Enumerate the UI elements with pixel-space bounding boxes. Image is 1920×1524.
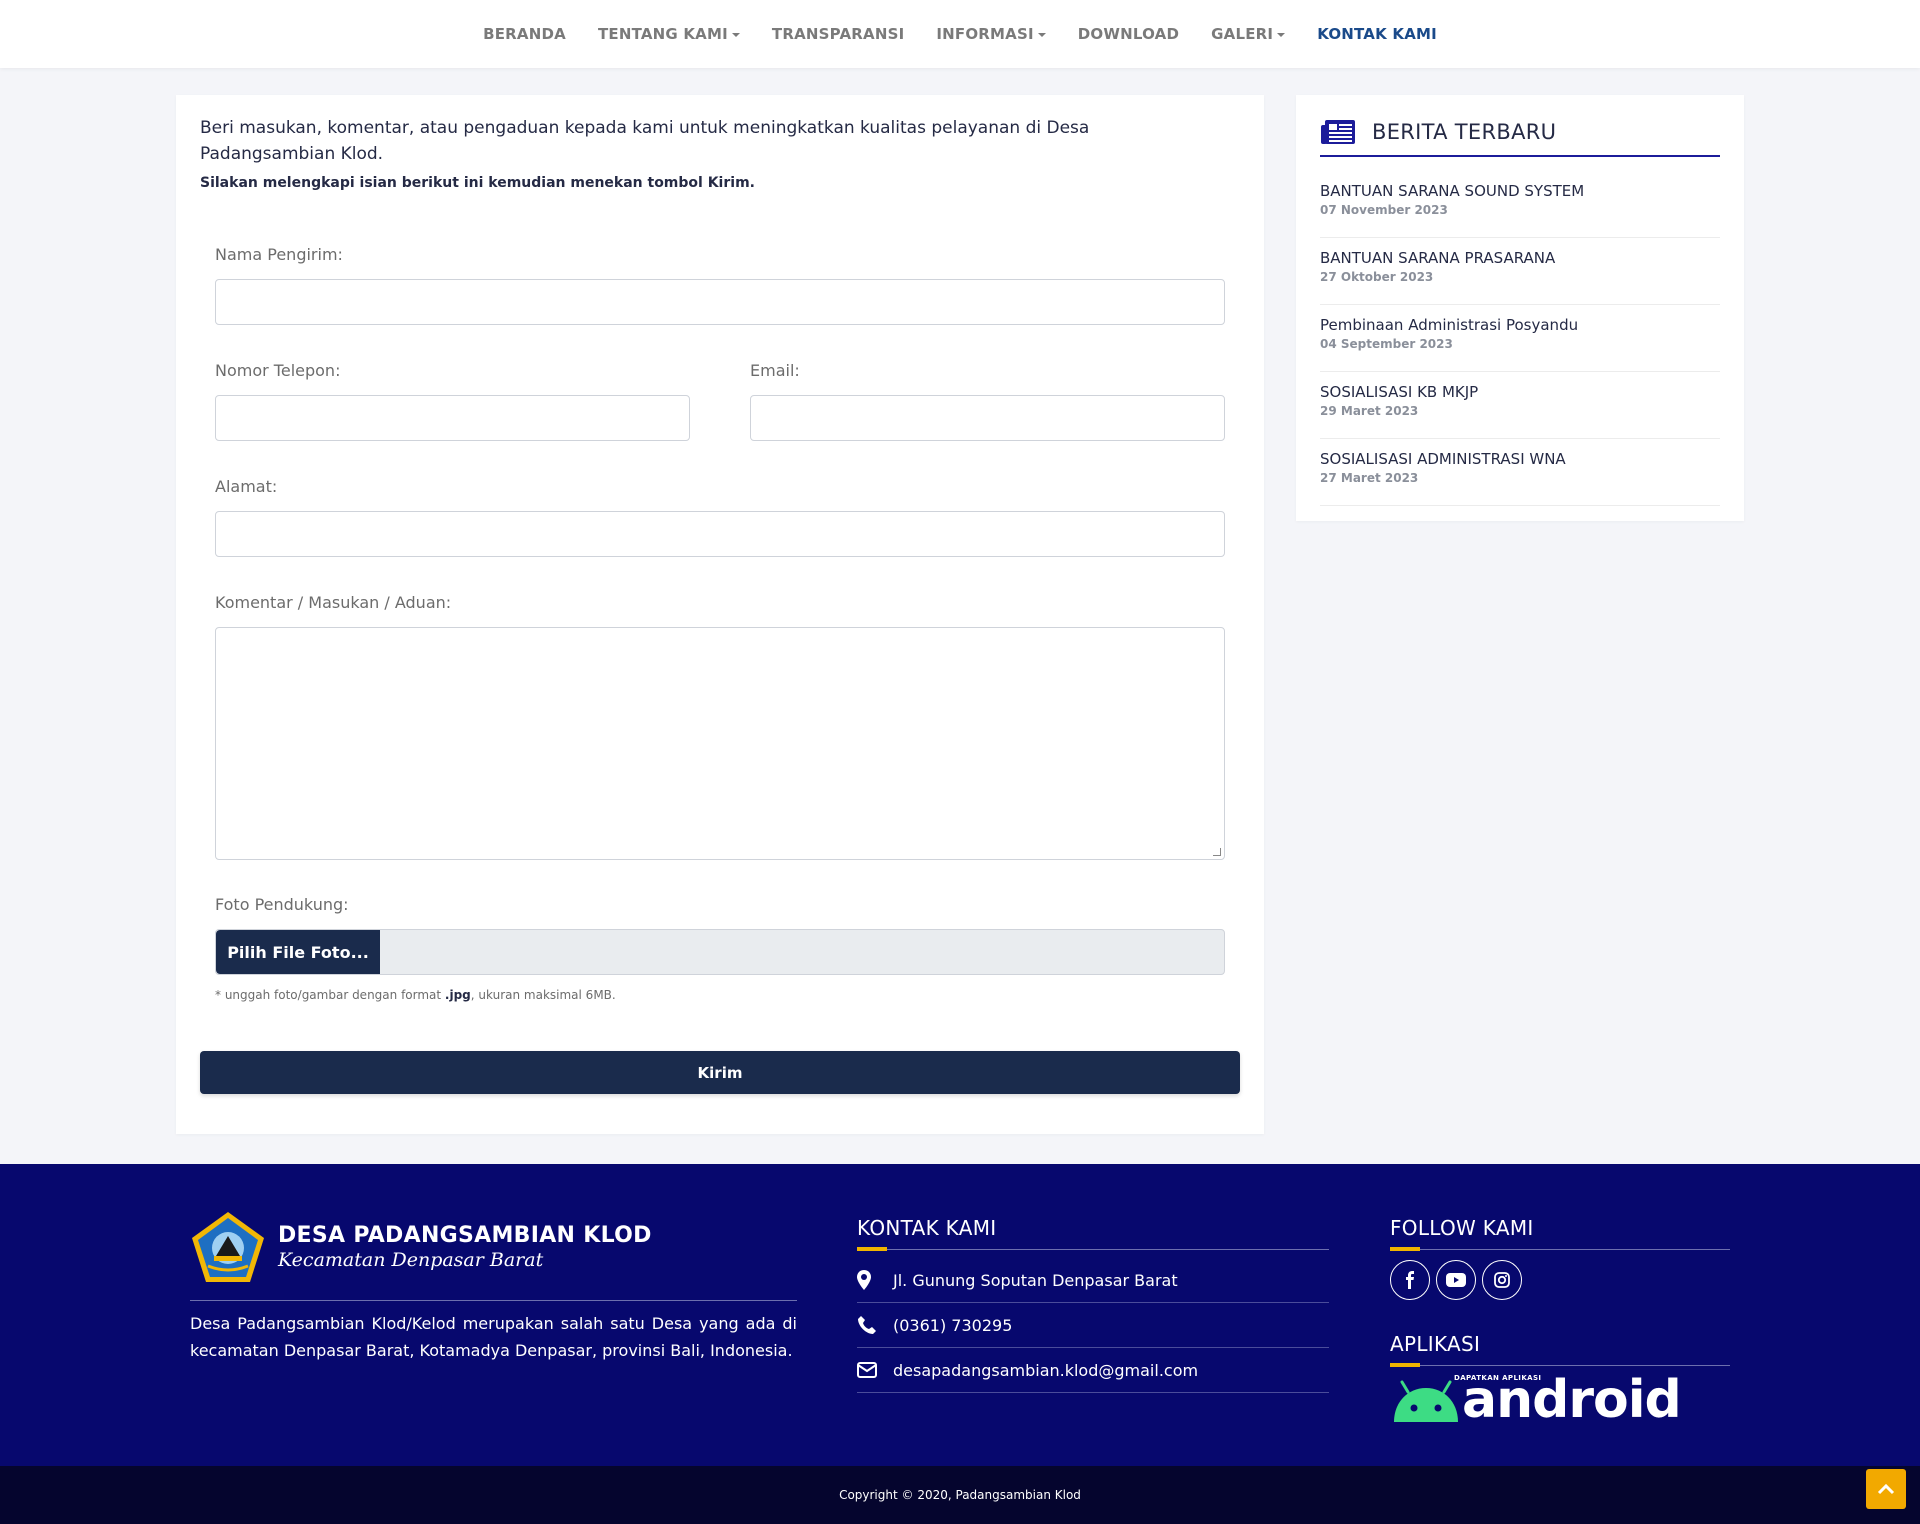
village-emblem-icon xyxy=(192,1212,264,1282)
copyright-text: Copyright © 2020, Padangsambian Klod xyxy=(839,1488,1081,1502)
footer-contact-list: Jl. Gunung Soputan Denpasar Barat (0361)… xyxy=(857,1258,1329,1393)
divider xyxy=(857,1249,1329,1250)
top-navbar: BERANDA TENTANG KAMI TRANSPARANSI INFORM… xyxy=(0,0,1920,68)
phone-label: Nomor Telepon: xyxy=(215,361,341,380)
choose-file-button[interactable]: Pilih File Foto... xyxy=(216,930,380,974)
newspaper-icon xyxy=(1321,120,1355,144)
contact-phone[interactable]: (0361) 730295 xyxy=(857,1303,1329,1348)
nav-menu: BERANDA TENTANG KAMI TRANSPARANSI INFORM… xyxy=(467,25,1453,43)
nav-item-tentang-kami[interactable]: TENTANG KAMI xyxy=(582,25,756,43)
social-links xyxy=(1390,1260,1522,1300)
news-title[interactable]: Pembinaan Administrasi Posyandu xyxy=(1320,315,1720,335)
android-badge-word: android xyxy=(1462,1370,1682,1430)
divider xyxy=(1390,1249,1730,1250)
form-subintro: Silakan melengkapi isian berikut ini kem… xyxy=(200,175,755,191)
copyright-bar: Copyright © 2020, Padangsambian Klod xyxy=(0,1466,1920,1524)
nav-item-informasi[interactable]: INFORMASI xyxy=(920,25,1061,43)
latest-news-title: BERITA TERBARU xyxy=(1372,120,1557,144)
instagram-icon[interactable] xyxy=(1482,1260,1522,1300)
comment-label: Komentar / Masukan / Aduan: xyxy=(215,593,452,612)
caret-down-icon xyxy=(1277,32,1286,37)
phone-input[interactable] xyxy=(215,395,690,441)
heading-accent xyxy=(857,1247,887,1251)
news-title[interactable]: SOSIALISASI KB MKJP xyxy=(1320,382,1720,402)
contact-email[interactable]: desapadangsambian.klod@gmail.com xyxy=(857,1348,1329,1393)
address-input[interactable] xyxy=(215,511,1225,557)
android-app-badge[interactable]: DAPATKAN APLIKASI android xyxy=(1390,1370,1682,1430)
news-date: 27 Maret 2023 xyxy=(1320,471,1419,485)
resize-grip-icon[interactable] xyxy=(1213,848,1221,856)
envelope-icon xyxy=(857,1359,883,1381)
news-item[interactable]: BANTUAN SARANA PRASARANA 27 Oktober 2023 xyxy=(1320,238,1720,305)
nav-item-galeri[interactable]: GALERI xyxy=(1195,25,1301,43)
footer-logo-title: DESA PADANGSAMBIAN KLOD xyxy=(278,1223,652,1248)
footer-logo-subtitle: Kecamatan Denpasar Barat xyxy=(278,1249,544,1271)
news-item[interactable]: BANTUAN SARANA SOUND SYSTEM 07 November … xyxy=(1320,171,1720,238)
news-date: 29 Maret 2023 xyxy=(1320,404,1419,418)
news-date: 04 September 2023 xyxy=(1320,337,1453,351)
nav-item-beranda[interactable]: BERANDA xyxy=(467,25,582,43)
news-list: BANTUAN SARANA SOUND SYSTEM 07 November … xyxy=(1320,171,1720,506)
address-label: Alamat: xyxy=(215,477,278,496)
photo-file-input[interactable]: Pilih File Foto... xyxy=(215,929,1225,975)
youtube-icon[interactable] xyxy=(1436,1260,1476,1300)
news-title[interactable]: BANTUAN SARANA SOUND SYSTEM xyxy=(1320,181,1720,201)
news-item[interactable]: SOSIALISASI ADMINISTRASI WNA 27 Maret 20… xyxy=(1320,439,1720,506)
latest-news-header: BERITA TERBARU xyxy=(1320,119,1720,157)
facebook-icon[interactable] xyxy=(1390,1260,1430,1300)
contact-form-card: Beri masukan, komentar, atau pengaduan k… xyxy=(176,95,1264,1134)
nav-item-transparansi[interactable]: TRANSPARANSI xyxy=(756,25,920,43)
form-intro: Beri masukan, komentar, atau pengaduan k… xyxy=(200,118,1090,164)
news-title[interactable]: SOSIALISASI ADMINISTRASI WNA xyxy=(1320,449,1720,469)
news-title[interactable]: BANTUAN SARANA PRASARANA xyxy=(1320,248,1720,268)
map-marker-icon xyxy=(857,1269,883,1291)
divider xyxy=(1390,1365,1730,1366)
footer-about-text: Desa Padangsambian Klod/Kelod merupakan … xyxy=(190,1314,797,1360)
caret-down-icon xyxy=(731,32,740,37)
nav-item-download[interactable]: DOWNLOAD xyxy=(1062,25,1195,43)
nav-item-kontak-kami[interactable]: KONTAK KAMI xyxy=(1301,25,1453,43)
contact-address: Jl. Gunung Soputan Denpasar Barat xyxy=(857,1258,1329,1303)
name-label: Nama Pengirim: xyxy=(215,245,343,264)
news-item[interactable]: Pembinaan Administrasi Posyandu 04 Septe… xyxy=(1320,305,1720,372)
upload-note: * unggah foto/gambar dengan format .jpg,… xyxy=(215,988,616,1002)
android-robot-icon xyxy=(1394,1380,1458,1422)
latest-news-card: BERITA TERBARU BANTUAN SARANA SOUND SYST… xyxy=(1296,95,1744,521)
footer-app-heading: APLIKASI xyxy=(1390,1332,1481,1356)
comment-textarea[interactable] xyxy=(215,627,1225,860)
heading-accent xyxy=(1390,1247,1420,1251)
news-date: 07 November 2023 xyxy=(1320,203,1448,217)
heading-accent xyxy=(1390,1363,1420,1367)
footer-follow-heading: FOLLOW KAMI xyxy=(1390,1216,1534,1240)
submit-button[interactable]: Kirim xyxy=(200,1051,1240,1094)
android-badge-caption: DAPATKAN APLIKASI xyxy=(1454,1374,1542,1382)
footer-contact-heading: KONTAK KAMI xyxy=(857,1216,997,1240)
photo-label: Foto Pendukung: xyxy=(215,895,349,914)
email-input[interactable] xyxy=(750,395,1225,441)
footer-logo[interactable]: DESA PADANGSAMBIAN KLOD Kecamatan Denpas… xyxy=(190,1210,652,1284)
divider xyxy=(190,1300,797,1301)
caret-down-icon xyxy=(1037,32,1046,37)
phone-icon xyxy=(857,1314,883,1336)
name-input[interactable] xyxy=(215,279,1225,325)
email-label: Email: xyxy=(750,361,800,380)
news-date: 27 Oktober 2023 xyxy=(1320,270,1434,284)
scroll-to-top-button[interactable] xyxy=(1866,1469,1906,1509)
news-item[interactable]: SOSIALISASI KB MKJP 29 Maret 2023 xyxy=(1320,372,1720,439)
chevron-up-icon xyxy=(1877,1483,1895,1495)
